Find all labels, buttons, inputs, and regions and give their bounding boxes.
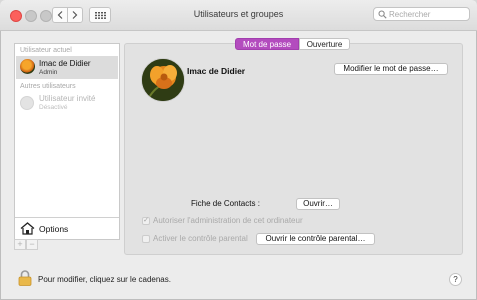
- login-options-item[interactable]: Options: [20, 222, 68, 236]
- guest-avatar: [20, 96, 34, 110]
- other-users-header: Autres utilisateurs: [20, 83, 76, 90]
- current-user-header: Utilisateur actuel: [20, 47, 72, 54]
- user-picture[interactable]: [141, 58, 185, 102]
- lock-button[interactable]: [18, 270, 32, 288]
- allow-admin-label: Autoriser l'administration de cet ordina…: [153, 216, 303, 225]
- sidebar-user-name: Imac de Didier: [39, 59, 91, 68]
- title-bar: Utilisateurs et groupes Rechercher: [0, 0, 477, 31]
- lock-hint-text: Pour modifier, cliquez sur le cadenas.: [38, 275, 171, 284]
- user-full-name: Imac de Didier: [187, 66, 246, 76]
- sidebar-user-role: Admin: [39, 69, 58, 76]
- home-icon: [20, 222, 35, 235]
- help-button[interactable]: ?: [449, 273, 462, 286]
- lock-icon: [18, 270, 32, 286]
- sidebar-item-current-user[interactable]: Imac de Didier Admin: [16, 56, 118, 79]
- tab-login-items[interactable]: Ouverture: [299, 38, 350, 50]
- users-sidebar: Utilisateur actuel Imac de Didier Admin …: [14, 43, 120, 240]
- sidebar-item-guest-user[interactable]: Utilisateur invité Désactivé: [16, 92, 118, 114]
- tab-password[interactable]: Mot de passe: [235, 38, 299, 50]
- avatar: [20, 59, 35, 74]
- parental-controls-checkbox[interactable]: [142, 235, 150, 243]
- guest-user-status: Désactivé: [39, 104, 68, 111]
- preferences-window: Utilisateurs et groupes Rechercher Utili…: [0, 0, 477, 300]
- parental-controls-label: Activer le contrôle parental: [153, 234, 248, 243]
- sidebar-divider: [15, 217, 119, 218]
- remove-user-button[interactable]: −: [26, 239, 38, 250]
- flower-picture: [142, 59, 184, 101]
- contacts-card-label: Fiche de Contacts :: [191, 199, 260, 208]
- allow-admin-checkbox[interactable]: ✓: [142, 217, 150, 225]
- guest-user-name: Utilisateur invité: [39, 94, 96, 103]
- search-placeholder: Rechercher: [389, 10, 431, 19]
- add-user-button[interactable]: +: [14, 239, 26, 250]
- open-parental-controls-button[interactable]: Ouvrir le contrôle parental…: [256, 233, 375, 245]
- search-field[interactable]: Rechercher: [373, 7, 470, 21]
- options-label: Options: [39, 224, 69, 234]
- open-contacts-button[interactable]: Ouvrir…: [296, 198, 340, 210]
- search-icon: [378, 10, 387, 19]
- change-password-button[interactable]: Modifier le mot de passe…: [334, 63, 448, 75]
